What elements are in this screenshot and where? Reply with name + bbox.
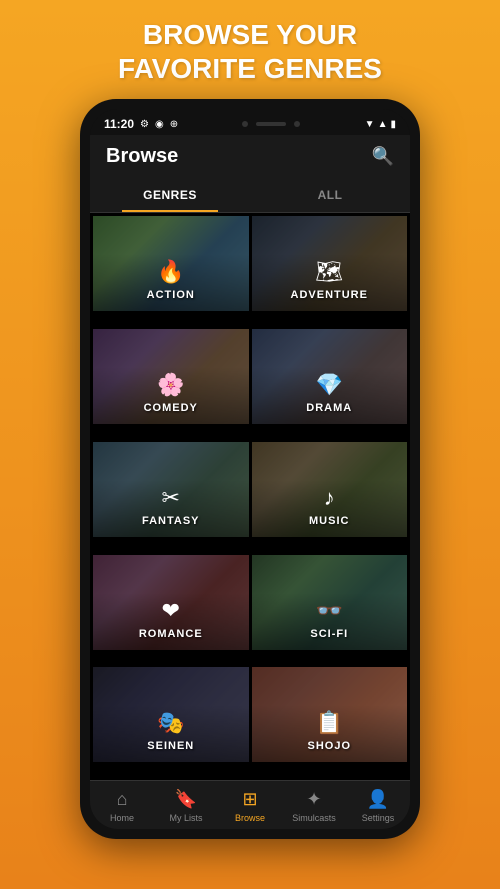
seinen-label: SEINEN	[147, 740, 194, 752]
camera-notch	[242, 121, 300, 127]
genre-overlay-adventure: 🗺 ADVENTURE	[252, 216, 408, 311]
genres-grid: 🔥 ACTION 🗺 ADVENTURE 🌸 COMEDY	[90, 213, 410, 780]
shield-icon: ⊕	[170, 119, 178, 130]
genre-card-seinen[interactable]: 🎭 SEINEN	[93, 667, 249, 762]
genre-card-music[interactable]: ♪ MUSIC	[252, 442, 408, 537]
romance-label: ROMANCE	[139, 628, 203, 640]
genre-card-adventure[interactable]: 🗺 ADVENTURE	[252, 216, 408, 311]
header-line2: FAVORITE GENRES	[118, 52, 382, 86]
genre-overlay-sci-fi: 👓 SCI-FI	[252, 555, 408, 650]
genre-overlay-drama: 💎 DRAMA	[252, 329, 408, 424]
phone-screen: 11:20 ⚙ ◉ ⊕ ▼ ▲ ▮ Browse 🔍 GEN	[90, 109, 410, 829]
sci-fi-icon: 👓	[316, 598, 343, 624]
bottom-nav: ⌂ Home 🔖 My Lists ⊞ Browse ✦ Simulcasts …	[90, 780, 410, 829]
home-label: Home	[110, 813, 134, 823]
comedy-label: COMEDY	[144, 402, 198, 414]
circle-icon: ◉	[155, 119, 164, 130]
battery-icon: ▮	[390, 119, 396, 130]
genre-card-romance[interactable]: ❤ ROMANCE	[93, 555, 249, 650]
fantasy-icon: ✂	[162, 485, 180, 511]
settings-icon: 👤	[367, 789, 389, 810]
genre-overlay-shojo: 📋 SHOJO	[252, 667, 408, 762]
seinen-icon: 🎭	[157, 710, 184, 736]
shojo-icon: 📋	[316, 710, 343, 736]
my-lists-icon: 🔖	[175, 789, 197, 810]
genre-card-sci-fi[interactable]: 👓 SCI-FI	[252, 555, 408, 650]
genre-overlay-action: 🔥 ACTION	[93, 216, 249, 311]
music-label: MUSIC	[309, 515, 349, 527]
browse-label: Browse	[235, 813, 265, 823]
fantasy-label: FANTASY	[142, 515, 200, 527]
drama-label: DRAMA	[306, 402, 352, 414]
tabs-bar: GENRES ALL	[90, 178, 410, 213]
settings-label: Settings	[362, 813, 395, 823]
adventure-icon: 🗺	[315, 259, 343, 285]
settings-icon: ⚙	[140, 119, 149, 130]
genre-card-shojo[interactable]: 📋 SHOJO	[252, 667, 408, 762]
search-button[interactable]: 🔍	[372, 146, 394, 167]
comedy-icon: 🌸	[157, 372, 184, 398]
browse-icon: ⊞	[242, 789, 257, 810]
app-header: Browse 🔍	[90, 135, 410, 178]
my-lists-label: My Lists	[169, 813, 202, 823]
speaker-bar	[256, 122, 286, 126]
action-label: ACTION	[147, 289, 195, 301]
status-right-icons: ▼ ▲ ▮	[365, 119, 396, 130]
adventure-label: ADVENTURE	[291, 289, 368, 301]
genre-overlay-fantasy: ✂ FANTASY	[93, 442, 249, 537]
drama-icon: 💎	[316, 372, 343, 398]
simulcasts-label: Simulcasts	[292, 813, 336, 823]
genre-overlay-seinen: 🎭 SEINEN	[93, 667, 249, 762]
nav-browse[interactable]: ⊞ Browse	[218, 781, 282, 829]
nav-simulcasts[interactable]: ✦ Simulcasts	[282, 781, 346, 829]
tab-genres[interactable]: GENRES	[90, 178, 250, 212]
sci-fi-label: SCI-FI	[310, 628, 348, 640]
genre-card-action[interactable]: 🔥 ACTION	[93, 216, 249, 311]
genre-overlay-comedy: 🌸 COMEDY	[93, 329, 249, 424]
header-line1: BROWSE YOUR	[118, 18, 382, 52]
music-icon: ♪	[324, 485, 335, 511]
home-icon: ⌂	[117, 789, 128, 810]
camera-dot-2	[294, 121, 300, 127]
genre-overlay-music: ♪ MUSIC	[252, 442, 408, 537]
action-icon: 🔥	[157, 259, 184, 285]
genre-overlay-romance: ❤ ROMANCE	[93, 555, 249, 650]
app-title: Browse	[106, 145, 178, 168]
shojo-label: SHOJO	[307, 740, 351, 752]
signal-icon: ▲	[378, 119, 388, 130]
genre-card-drama[interactable]: 💎 DRAMA	[252, 329, 408, 424]
wifi-icon: ▼	[365, 119, 375, 130]
page-header: BROWSE YOUR FAVORITE GENRES	[88, 0, 412, 99]
romance-icon: ❤	[162, 598, 180, 624]
tab-all[interactable]: ALL	[250, 178, 410, 212]
genre-card-fantasy[interactable]: ✂ FANTASY	[93, 442, 249, 537]
nav-home[interactable]: ⌂ Home	[90, 781, 154, 829]
simulcasts-icon: ✦	[306, 789, 321, 810]
phone-frame: 11:20 ⚙ ◉ ⊕ ▼ ▲ ▮ Browse 🔍 GEN	[80, 99, 420, 839]
status-bar: 11:20 ⚙ ◉ ⊕ ▼ ▲ ▮	[90, 109, 410, 135]
genre-card-comedy[interactable]: 🌸 COMEDY	[93, 329, 249, 424]
nav-my-lists[interactable]: 🔖 My Lists	[154, 781, 218, 829]
camera-dot-1	[242, 121, 248, 127]
status-time: 11:20	[104, 117, 134, 131]
nav-settings[interactable]: 👤 Settings	[346, 781, 410, 829]
